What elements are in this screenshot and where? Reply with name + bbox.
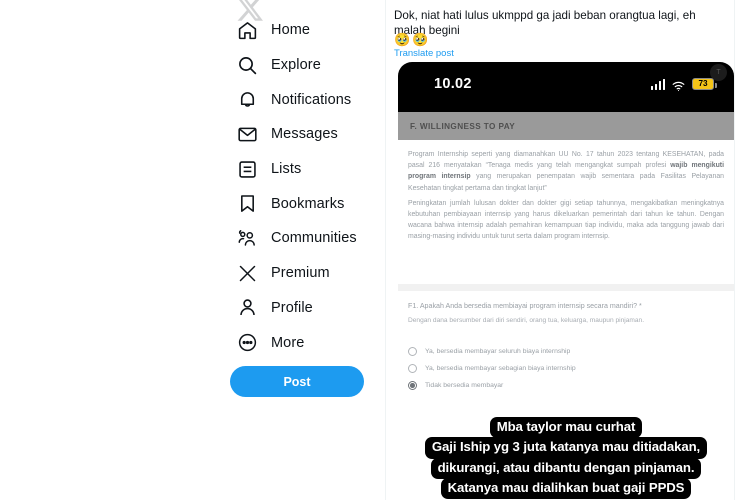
home-icon [237,20,258,41]
question-title: F1. Apakah Anda bersedia membiayai progr… [408,302,642,310]
sidebar-item-label: Lists [271,161,302,178]
radio-option-label: Ya, bersedia membayar seluruh biaya inte… [425,348,571,355]
radio-option-label: Ya, bersedia membayar sebagian biaya int… [425,365,576,372]
radio-option-2[interactable]: Tidak bersedia membayar [408,377,718,394]
battery-indicator: 73 [692,78,717,90]
sidebar-item-label: Premium [271,265,330,282]
battery-level-text: 73 [698,78,708,88]
question-options-group: Ya, bersedia membayar seluruh biaya inte… [408,343,718,394]
communities-icon [237,228,258,249]
radio-option-1[interactable]: Ya, bersedia membayar sebagian biaya int… [408,360,718,377]
caption-line: dikurangi, atau dibantu dengan pinjaman. [430,457,702,479]
form-section-divider [398,284,734,291]
translate-post-link[interactable]: Translate post [394,48,454,59]
form-paragraph-block: Program Internship seperti yang diamanah… [408,149,724,243]
caption-line: Gaji Iship yg 3 juta katanya mau ditiada… [424,437,708,459]
phone-status-bar: 10.02 T 73 [398,62,734,112]
sidebar-item-label: Messages [271,126,338,143]
sidebar-item-communities[interactable]: Communities [225,221,385,256]
status-bar-indicators: 73 [650,78,717,91]
sidebar-item-label: Communities [271,230,357,247]
form-intro-body: Program Internship seperti yang diamanah… [398,140,734,243]
sidebar-item-label: Home [271,22,311,39]
paragraph-2: Peningkatan jumlah lulusan dokter dan do… [408,199,724,241]
cellular-signal-icon [650,78,665,90]
status-bar-clock: 10.02 [434,76,472,92]
tweet-media-phone-screenshot[interactable]: 10.02 T 73 F. WILLINGNESS TO PAY Program… [398,62,734,500]
radio-option-0[interactable]: Ya, bersedia membayar seluruh biaya inte… [408,343,718,360]
sidebar-item-label: Profile [271,299,313,316]
question-f1: F1. Apakah Anda bersedia membiayai progr… [408,301,718,326]
sidebar-item-list: Home Explore Notifications Messages List… [225,13,385,360]
sidebar-item-lists[interactable]: Lists [225,152,385,187]
sidebar-item-label: Explore [271,57,321,74]
caption-line: Mba taylor mau curhat [489,417,643,439]
radio-option-label: Tidak bersedia membayar [425,382,504,389]
sidebar-item-home[interactable]: Home [225,13,385,48]
timeline-main-column: Dok, niat hati lulus ukmppd ga jadi beba… [385,0,735,500]
form-section-header-text: F. WILLINGNESS TO PAY [410,121,516,131]
caption-line: Katanya mau dialihkan buat gaji PPDS [440,477,692,499]
sidebar-item-bookmarks[interactable]: Bookmarks [225,186,385,221]
sidebar-item-premium[interactable]: Premium [225,256,385,291]
tweet-body-text: Dok, niat hati lulus ukmppd ga jadi beba… [394,9,696,37]
sidebar-item-profile[interactable]: Profile [225,291,385,326]
sidebar-item-label: More [271,334,305,351]
sidebar-item-label: Bookmarks [271,195,345,212]
x-twitter-app-window: Home Explore Notifications Messages List… [0,0,750,500]
radio-button-icon-selected[interactable] [408,381,417,390]
person-icon [237,297,258,318]
sidebar-item-explore[interactable]: Explore [225,48,385,83]
bell-icon [237,89,258,110]
form-section-header: F. WILLINGNESS TO PAY [398,112,734,140]
sidebar-item-label: Notifications [271,91,352,108]
right-rail-gutter [736,0,750,500]
question-subtitle: Dengan dana bersumber dari diri sendiri,… [408,317,645,324]
sidebar-item-messages[interactable]: Messages [225,117,385,152]
envelope-icon [237,124,258,145]
more-circle-icon [237,332,258,353]
primary-sidebar-nav: Home Explore Notifications Messages List… [225,0,385,500]
radio-button-icon[interactable] [408,364,417,373]
tweet-emoji-row: 🥹🥹 [394,32,431,47]
radio-button-icon[interactable] [408,347,417,356]
post-button[interactable]: Post [230,366,364,397]
video-caption-overlay: Mba taylor mau curhat Gaji Iship yg 3 ju… [398,417,734,500]
sidebar-item-notifications[interactable]: Notifications [225,82,385,117]
wifi-icon [672,79,685,91]
x-logo[interactable] [237,0,263,21]
bookmark-icon [237,193,258,214]
sidebar-item-more[interactable]: More [225,325,385,360]
search-icon [237,55,258,76]
list-icon [237,159,258,180]
x-premium-icon [237,263,258,284]
